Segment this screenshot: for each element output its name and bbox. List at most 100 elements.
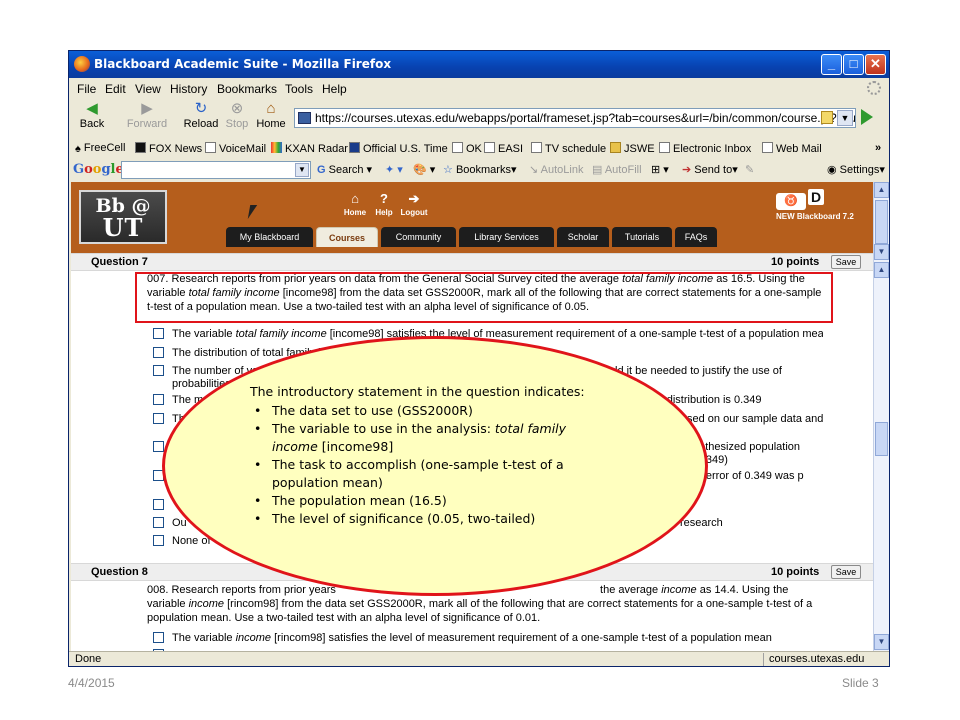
question-8-title: Question 8 bbox=[91, 566, 148, 578]
bookmark-kxan-radar[interactable]: KXAN Radar bbox=[271, 142, 348, 155]
history-dropdown-button[interactable]: ▼ bbox=[837, 110, 853, 126]
go-button[interactable] bbox=[861, 109, 873, 125]
page-icon bbox=[659, 142, 670, 153]
bb-help-link[interactable]: ? Help bbox=[373, 192, 395, 218]
checkbox[interactable] bbox=[153, 347, 164, 358]
bookmark-electronic-inbox[interactable]: Electronic Inbox bbox=[659, 142, 751, 155]
checkbox[interactable] bbox=[153, 441, 164, 452]
slide-number: Slide 3 bbox=[842, 676, 879, 690]
google-news-icon[interactable]: 🎨 ▾ bbox=[413, 163, 435, 176]
nbc-peacock-icon bbox=[271, 142, 282, 153]
menu-history[interactable]: History bbox=[170, 82, 207, 96]
scroll-down-icon[interactable]: ▼ bbox=[874, 634, 889, 650]
stop-icon: ⊗ bbox=[230, 100, 244, 117]
tab-library-services[interactable]: Library Services bbox=[459, 227, 554, 247]
tab-scholar[interactable]: Scholar bbox=[557, 227, 609, 247]
scroll-down-icon[interactable]: ▼ bbox=[874, 244, 889, 260]
bookmarks-toolbar: ♠ FreeCell FOX News VoiceMail KXAN Radar … bbox=[69, 139, 889, 159]
home-button[interactable]: ⌂ Home bbox=[255, 101, 287, 131]
callout-intro: The introductory statement in the questi… bbox=[250, 384, 585, 399]
scroll-up-icon[interactable]: ▲ bbox=[874, 262, 889, 278]
bookmark-tv-schedule[interactable]: TV schedule bbox=[531, 142, 606, 155]
callout-bullet-4: The population mean (16.5) bbox=[250, 492, 590, 510]
bookmark-web-mail[interactable]: Web Mail bbox=[762, 142, 822, 155]
checkbox[interactable] bbox=[153, 328, 164, 339]
google-search-button[interactable]: G Search ▾ bbox=[317, 163, 372, 176]
maximize-button[interactable]: □ bbox=[843, 54, 864, 75]
longhorn-icon: ♉ bbox=[776, 193, 806, 210]
bb-ut-logo[interactable]: Bb @ UT bbox=[79, 190, 167, 244]
callout-bullet-5: The level of significance (0.05, two-tai… bbox=[250, 510, 590, 528]
question-7-title: Question 7 bbox=[91, 256, 148, 268]
menu-tools[interactable]: Tools bbox=[285, 82, 313, 96]
spade-icon: ♠ bbox=[75, 143, 81, 155]
bookmark-official-time[interactable]: Official U.S. Time bbox=[349, 142, 448, 155]
checkbox[interactable] bbox=[153, 394, 164, 405]
minimize-button[interactable]: _ bbox=[821, 54, 842, 75]
back-button[interactable]: ◀ Back bbox=[77, 101, 107, 131]
menu-bookmarks[interactable]: Bookmarks bbox=[217, 82, 277, 96]
bb-brand: ♉ D NEW Blackboard 7.2 bbox=[776, 189, 854, 221]
google-logo: Google bbox=[73, 162, 124, 177]
stop-button[interactable]: ⊗ Stop bbox=[224, 100, 250, 131]
fox-icon bbox=[135, 142, 146, 153]
throbber-icon bbox=[867, 81, 881, 95]
menu-file[interactable]: File bbox=[77, 82, 96, 96]
callout-bullet-3: The task to accomplish (one-sample t-tes… bbox=[250, 456, 590, 492]
close-button[interactable]: ✕ bbox=[865, 54, 886, 75]
menu-view[interactable]: View bbox=[135, 82, 161, 96]
google-popup-blocker-icon[interactable]: ⊞ ▾ bbox=[651, 163, 669, 176]
google-settings-button[interactable]: ◉ Settings▾ bbox=[827, 163, 885, 176]
menu-edit[interactable]: Edit bbox=[105, 82, 126, 96]
header-frame-scrollbar[interactable]: ▲ ▼ bbox=[873, 182, 889, 262]
bookmark-voicemail[interactable]: VoiceMail bbox=[205, 142, 266, 155]
tab-courses[interactable]: Courses bbox=[316, 227, 378, 247]
bookmark-jswe[interactable]: JSWE bbox=[610, 142, 655, 155]
firefox-icon bbox=[74, 56, 90, 72]
checkbox[interactable] bbox=[153, 517, 164, 528]
google-options-icon[interactable]: ✦ ▾ bbox=[385, 163, 403, 176]
google-autolink-button[interactable]: ↘ AutoLink bbox=[529, 163, 583, 176]
tab-tutorials[interactable]: Tutorials bbox=[612, 227, 672, 247]
bookmarks-overflow-chevron[interactable]: » bbox=[875, 142, 881, 154]
forward-button[interactable]: ▶ Forward bbox=[125, 101, 169, 131]
google-search-dropdown[interactable]: ▼ bbox=[295, 163, 309, 177]
bookmark-freecell[interactable]: ♠ FreeCell bbox=[75, 142, 125, 155]
question-8-choice-1[interactable]: The variable income [rincom98] satisfies… bbox=[153, 631, 823, 645]
google-send-to-button[interactable]: ➔ Send to▾ bbox=[682, 163, 738, 176]
tab-my-blackboard[interactable]: My Blackboard bbox=[226, 227, 313, 247]
bookmark-easi[interactable]: EASI bbox=[484, 142, 523, 155]
bookmark-fox-news[interactable]: FOX News bbox=[135, 142, 202, 155]
scroll-up-icon[interactable]: ▲ bbox=[874, 182, 889, 198]
reload-icon: ↻ bbox=[194, 100, 208, 117]
scroll-thumb[interactable] bbox=[875, 200, 888, 244]
bb-home-link[interactable]: ⌂ Home bbox=[343, 192, 367, 218]
reload-button[interactable]: ↻ Reload bbox=[183, 100, 219, 131]
scroll-thumb[interactable] bbox=[875, 422, 888, 456]
callout-bullet-2: The variable to use in the analysis: tot… bbox=[250, 420, 590, 456]
google-highlight-icon[interactable]: ✎ bbox=[745, 163, 754, 176]
bookmark-ok[interactable]: OK bbox=[452, 142, 482, 155]
checkbox[interactable] bbox=[153, 535, 164, 546]
clock-icon bbox=[349, 142, 360, 153]
checkbox[interactable] bbox=[153, 365, 164, 376]
checkbox[interactable] bbox=[153, 413, 164, 424]
question-7-save-button[interactable]: Save bbox=[831, 255, 861, 269]
tab-faqs[interactable]: FAQs bbox=[675, 227, 717, 247]
google-autofill-button[interactable]: ▤ AutoFill bbox=[592, 163, 642, 176]
bb-logout-link[interactable]: ➔ Logout bbox=[399, 192, 429, 218]
menu-help[interactable]: Help bbox=[322, 82, 347, 96]
callout-text: The introductory statement in the questi… bbox=[250, 383, 610, 528]
mouse-cursor-icon bbox=[247, 205, 261, 219]
checkbox[interactable] bbox=[153, 499, 164, 510]
google-search-input[interactable]: ▼ bbox=[121, 161, 311, 179]
status-bar: Done courses.utexas.edu bbox=[69, 651, 889, 666]
content-frame-scrollbar[interactable]: ▲ ▼ bbox=[873, 262, 889, 651]
navigation-toolbar: ◀ Back ▶ Forward ↻ Reload ⊗ Stop ⌂ Home … bbox=[69, 99, 889, 139]
google-bookmarks-button[interactable]: ☆ Bookmarks▾ bbox=[443, 163, 517, 176]
address-bar[interactable]: https://courses.utexas.edu/webapps/porta… bbox=[294, 108, 856, 128]
tab-community[interactable]: Community bbox=[381, 227, 456, 247]
page-icon bbox=[205, 142, 216, 153]
question-8-save-button[interactable]: Save bbox=[831, 565, 861, 579]
checkbox[interactable] bbox=[153, 632, 164, 643]
